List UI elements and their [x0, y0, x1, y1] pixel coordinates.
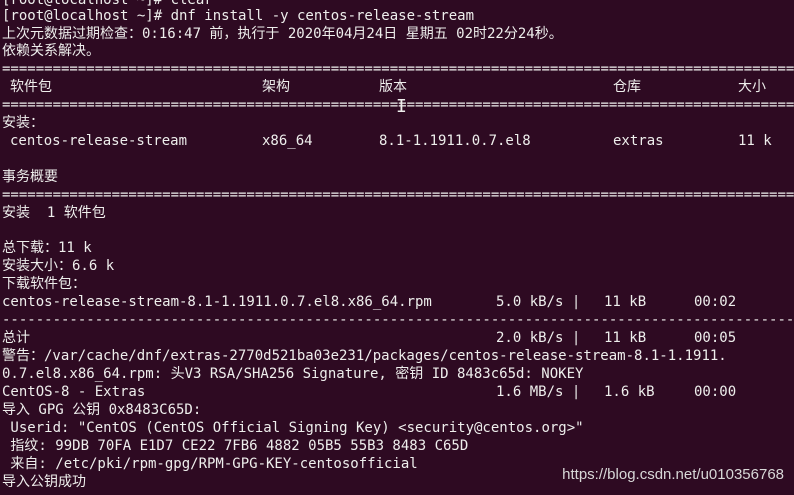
total-speed: 2.0 kB/s | — [496, 330, 581, 346]
header-package: 软件包 — [10, 79, 52, 95]
package-arch: x86_64 — [262, 133, 313, 149]
header-version: 版本 — [379, 79, 407, 95]
download-progress-row: centos-release-stream-8.1-1.1911.0.7.el8… — [2, 293, 794, 311]
repo-time: 00:00 — [694, 384, 737, 400]
resolving-dependencies-line: 依赖关系解决。 — [2, 43, 100, 59]
download-size: 11 kB — [604, 294, 647, 310]
download-file: centos-release-stream-8.1-1.1911.0.7.el8… — [2, 294, 432, 310]
header-size: 大小 — [738, 79, 766, 95]
install-count-line: 安装 1 软件包 — [2, 205, 106, 221]
header-repo: 仓库 — [613, 79, 641, 95]
warning-line: 警告：/var/cache/dnf/extras-2770d521ba03e23… — [2, 348, 727, 364]
warning-line: 0.7.el8.x86_64.rpm: 头V3 RSA/SHA256 Signa… — [2, 366, 584, 382]
gpg-userid-line: Userid: "CentOS (CentOS Official Signing… — [2, 420, 584, 436]
repo-label: CentOS-8 - Extras — [2, 384, 146, 400]
package-size: 11 k — [738, 133, 772, 149]
header-arch: 架构 — [262, 79, 290, 95]
gpg-fingerprint-line: 指纹: 99DB 70FA E1D7 CE22 7FB6 4882 05B5 5… — [2, 438, 469, 454]
metadata-check-line: 上次元数据过期检查：0:16:47 前，执行于 2020年04月24日 星期五 … — [2, 26, 563, 42]
installing-label: 安装： — [2, 115, 44, 131]
separator-line: ========================================… — [2, 187, 794, 203]
total-time: 00:05 — [694, 330, 737, 346]
repo-speed: 1.6 MB/s | — [496, 384, 581, 400]
total-row: 总计 2.0 kB/s | 11 kB 00:05 — [2, 329, 794, 347]
total-size: 11 kB — [604, 330, 647, 346]
repo-metadata-row: CentOS-8 - Extras 1.6 MB/s | 1.6 kB 00:0… — [2, 383, 794, 401]
terminal-window[interactable]: [root@localhost ~]# clear [root@localhos… — [0, 0, 794, 495]
command-prompt-line: [root@localhost ~]# dnf install -y cento… — [2, 8, 475, 24]
repo-size: 1.6 kB — [604, 384, 655, 400]
download-speed: 5.0 kB/s | — [496, 294, 581, 310]
package-repo: extras — [613, 133, 664, 149]
import-gpg-key-line: 导入 GPG 公钥 0x8483C65D: — [2, 402, 202, 418]
table-header-row: 软件包 架构 版本 仓库 大小 — [2, 78, 794, 96]
package-version: 8.1-1.1911.0.7.el8 — [379, 133, 531, 149]
separator-line: ----------------------------------------… — [2, 312, 794, 328]
downloading-packages-line: 下载软件包： — [2, 276, 86, 292]
separator-line: ========================================… — [2, 61, 794, 77]
package-name: centos-release-stream — [10, 133, 188, 149]
download-time: 00:02 — [694, 294, 737, 310]
transaction-summary-heading: 事务概要 — [2, 169, 58, 185]
package-row: centos-release-stream x86_64 8.1-1.1911.… — [2, 132, 794, 150]
total-download-line: 总下载：11 k — [2, 240, 92, 256]
total-label: 总计 — [2, 330, 30, 346]
blog-watermark: https://blog.csdn.net/u010356768 — [562, 466, 784, 483]
installed-size-line: 安装大小：6.6 k — [2, 258, 115, 274]
